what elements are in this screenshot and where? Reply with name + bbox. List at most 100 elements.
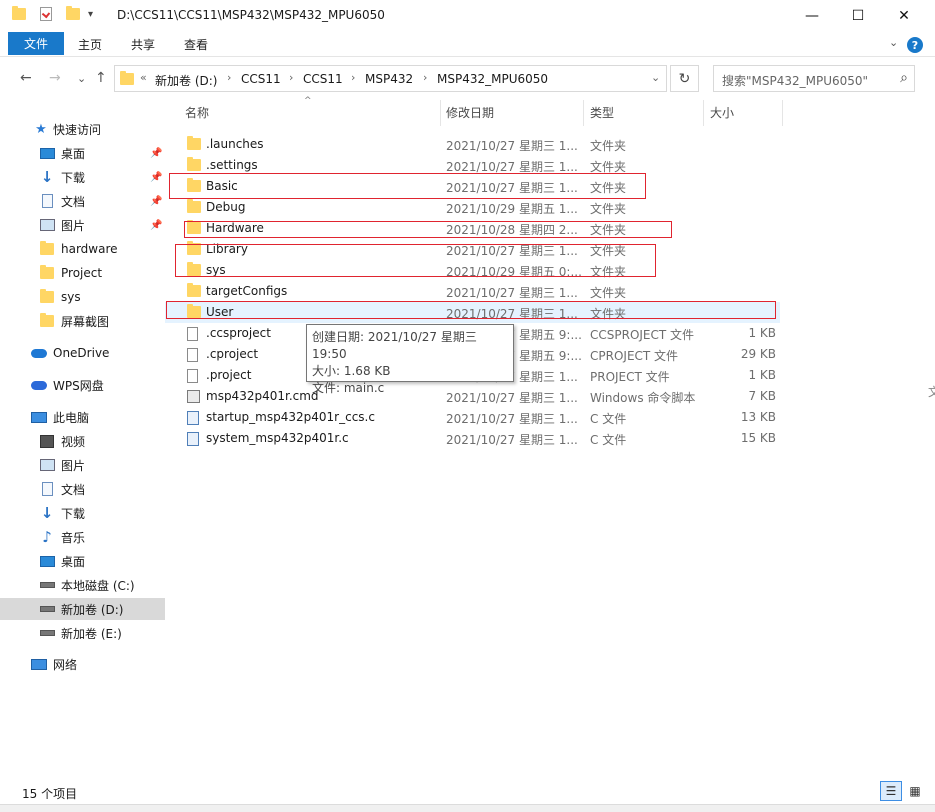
pin-icon: 📌 (150, 147, 163, 159)
sidebar-item-downloads[interactable]: ↓ 下载 📌 (0, 166, 165, 188)
file-icon (187, 369, 198, 383)
sidebar-item-videos[interactable]: 视频 (0, 430, 165, 452)
sidebar-item-documents-pc[interactable]: 文档 (0, 478, 165, 500)
sidebar-item-hardware[interactable]: hardware (0, 238, 165, 260)
column-header-size[interactable]: 大小 (710, 104, 734, 126)
sidebar-item-drive-e[interactable]: 新加卷 (E:) (0, 622, 165, 644)
music-icon: ♪ (42, 528, 52, 546)
sidebar-item-documents[interactable]: 文档 📌 (0, 190, 165, 212)
sidebar-item-network[interactable]: 网络 (0, 653, 165, 675)
forward-button[interactable]: → (49, 70, 61, 86)
file-size: 1 KB (748, 326, 776, 340)
details-view-icon: ☰ (885, 784, 897, 798)
column-divider[interactable] (703, 100, 704, 126)
details-view-button[interactable]: ☰ (880, 781, 902, 801)
refresh-button[interactable]: ↻ (670, 65, 699, 92)
file-type: 文件夹 (590, 286, 627, 300)
sidebar-item-music[interactable]: ♪ 音乐 (0, 526, 165, 548)
close-button[interactable]: ✕ (881, 0, 927, 31)
file-row[interactable]: targetConfigs 2021/10/27 星期三 1... 文件夹 (165, 281, 780, 302)
expand-ribbon-icon[interactable]: ⌄ (889, 36, 898, 49)
back-button[interactable]: ← (20, 70, 32, 86)
sidebar-item-label: 桌面 (61, 554, 86, 569)
sidebar-item-drive-c[interactable]: 本地磁盘 (C:) (0, 574, 165, 596)
breadcrumb-msp432-mpu6050[interactable]: MSP432_MPU6050 (437, 72, 548, 86)
tab-home[interactable]: 主页 (78, 36, 102, 53)
sidebar-item-sys[interactable]: sys (0, 286, 165, 308)
sidebar-item-label: hardware (61, 242, 118, 256)
file-row[interactable]: Debug 2021/10/29 星期五 1... 文件夹 (165, 197, 780, 218)
file-date: 2021/10/27 星期三 1... (446, 412, 578, 426)
file-size: 7 KB (748, 389, 776, 403)
column-header-name[interactable]: 名称 (185, 104, 209, 126)
picture-icon (39, 458, 55, 472)
drive-icon (39, 578, 55, 592)
help-icon[interactable]: ? (907, 37, 923, 53)
file-name: Debug (206, 200, 246, 214)
column-divider[interactable] (583, 100, 584, 126)
video-icon (39, 434, 55, 448)
address-dropdown-icon[interactable]: ⌄ (651, 71, 660, 84)
recent-locations-button[interactable]: ⌄ (77, 72, 86, 85)
search-icon[interactable]: ⌕ (900, 70, 908, 86)
new-folder-icon[interactable] (66, 6, 80, 20)
file-row[interactable]: .launches 2021/10/27 星期三 1... 文件夹 (165, 134, 780, 155)
column-header-type[interactable]: 类型 (590, 104, 614, 126)
sidebar-item-onedrive[interactable]: OneDrive (0, 342, 165, 364)
breadcrumb-separator[interactable]: › (423, 71, 427, 84)
file-row[interactable]: startup_msp432p401r_ccs.c 2021/10/27 星期三… (165, 407, 780, 428)
sidebar-item-quick-access[interactable]: ★ 快速访问 (0, 118, 165, 140)
column-header-date[interactable]: 修改日期 (446, 104, 494, 126)
sidebar-item-label: 网络 (53, 657, 78, 672)
sidebar-item-label: 视频 (61, 434, 86, 449)
tab-view[interactable]: 查看 (184, 36, 208, 53)
breadcrumb-separator[interactable]: › (289, 71, 293, 84)
maximize-button[interactable]: ☐ (835, 0, 881, 31)
file-type: 文件夹 (590, 139, 627, 153)
sidebar-item-label: 文档 (61, 482, 86, 497)
sidebar-item-pictures[interactable]: 图片 📌 (0, 214, 165, 236)
sidebar-item-wps-drive[interactable]: WPS网盘 (0, 374, 165, 396)
sidebar-item-label: 下载 (61, 506, 86, 521)
search-box[interactable]: 搜索"MSP432_MPU6050" ⌕ (713, 65, 915, 92)
tab-share[interactable]: 共享 (131, 36, 155, 53)
file-row[interactable]: system_msp432p401r.c 2021/10/27 星期三 1...… (165, 428, 780, 449)
sidebar-item-desktop[interactable]: 桌面 📌 (0, 142, 165, 164)
sidebar-item-label: 新加卷 (D:) (61, 602, 124, 617)
cloud-icon (31, 378, 47, 392)
file-icon (187, 327, 198, 341)
breadcrumb-separator[interactable]: › (351, 71, 355, 84)
sidebar-item-downloads-pc[interactable]: ↓ 下载 (0, 502, 165, 524)
minimize-button[interactable]: — (789, 0, 835, 31)
breadcrumb-ccs11[interactable]: CCS11 (241, 72, 281, 86)
customize-toolbar-icon[interactable]: ▾ (88, 9, 93, 20)
properties-icon[interactable] (40, 7, 52, 21)
breadcrumb-overflow[interactable]: « (140, 71, 147, 84)
sidebar-item-pictures-pc[interactable]: 图片 (0, 454, 165, 476)
document-icon (39, 482, 55, 496)
folder-icon (187, 283, 201, 297)
breadcrumb-msp432[interactable]: MSP432 (365, 72, 413, 86)
up-button[interactable]: ↑ (95, 70, 107, 86)
search-input[interactable]: 搜索"MSP432_MPU6050" (722, 72, 868, 89)
tab-file[interactable]: 文件 (8, 32, 64, 55)
sidebar-item-this-pc[interactable]: 此电脑 (0, 406, 165, 428)
highlight-box-basic (169, 173, 646, 199)
sidebar-item-project[interactable]: Project (0, 262, 165, 284)
breadcrumb-ccs11-sub[interactable]: CCS11 (303, 72, 343, 86)
breadcrumb-separator[interactable]: › (227, 71, 231, 84)
edge-text: 文 (928, 385, 935, 399)
file-tooltip: 创建日期: 2021/10/27 星期三 19:50 大小: 1.68 KB 文… (306, 324, 514, 395)
breadcrumb-drive-d[interactable]: 新加卷 (D:) (155, 72, 217, 89)
large-icons-view-button[interactable]: ▦ (904, 781, 926, 801)
sidebar-item-label: 图片 (61, 458, 86, 473)
sidebar-item-desktop-pc[interactable]: 桌面 (0, 550, 165, 572)
address-bar[interactable]: « 新加卷 (D:) › CCS11 › CCS11 › MSP432 › MS… (114, 65, 667, 92)
column-divider[interactable] (782, 100, 783, 126)
sidebar-item-drive-d[interactable]: 新加卷 (D:) (0, 598, 165, 620)
file-name: .ccsproject (206, 326, 271, 340)
file-type: PROJECT 文件 (590, 370, 670, 384)
sidebar-item-screenshots[interactable]: 屏幕截图 (0, 310, 165, 332)
column-divider[interactable] (440, 100, 441, 126)
sidebar-item-label: sys (61, 290, 81, 304)
